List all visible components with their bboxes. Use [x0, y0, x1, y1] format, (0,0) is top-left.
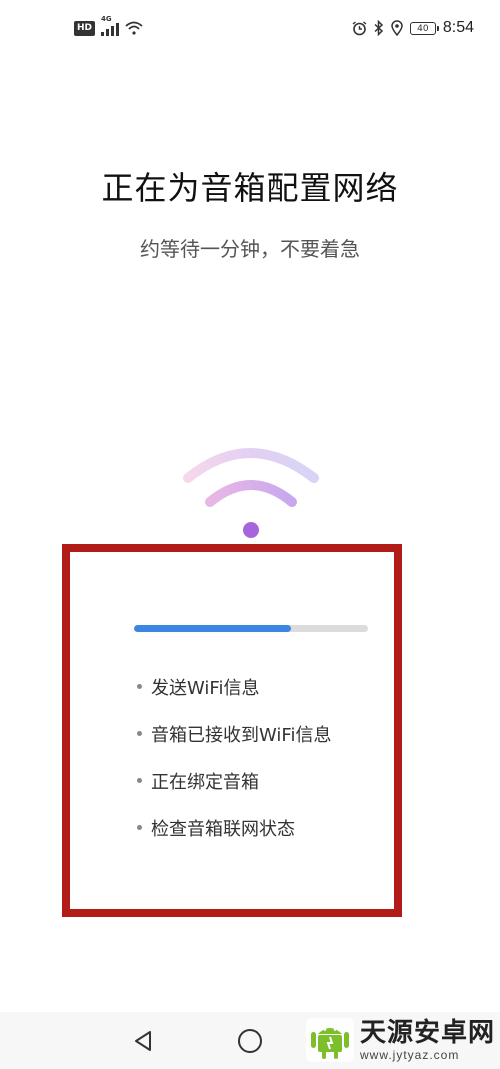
progress-bar-fill: [134, 625, 291, 632]
status-bar-left: HD 4G: [74, 15, 143, 36]
step-label: 正在绑定音箱: [151, 772, 259, 793]
wifi-inner-arc: [205, 480, 297, 507]
page-subtitle: 约等待一分钟，不要着急: [140, 237, 360, 261]
bullet-icon: [137, 684, 142, 689]
step-item: 正在绑定音箱: [134, 768, 331, 815]
signal-icon: 4G: [101, 15, 120, 36]
hd-icon: HD: [74, 20, 96, 36]
bullet-icon: [137, 825, 142, 830]
back-button[interactable]: [128, 1026, 158, 1056]
bullet-icon: [137, 731, 142, 736]
step-item: 发送WiFi信息: [134, 674, 331, 721]
network-type-label: 4G: [101, 15, 112, 23]
step-item: 检查音箱联网状态: [134, 815, 331, 862]
step-label: 检查音箱联网状态: [151, 819, 295, 840]
wifi-outer-arc: [183, 448, 319, 483]
wifi-dot: [243, 522, 259, 538]
watermark-text: 天源安卓网 www.jytyaz.com: [360, 1018, 495, 1062]
page-title: 正在为音箱配置网络: [101, 169, 399, 207]
step-label: 发送WiFi信息: [151, 678, 260, 699]
watermark: 天源安卓网 www.jytyaz.com: [306, 1018, 495, 1062]
location-icon: [391, 20, 403, 36]
clock: 8:54: [442, 19, 474, 36]
alarm-icon: [352, 20, 367, 35]
wifi-icon: [125, 21, 143, 35]
home-button[interactable]: [235, 1026, 265, 1056]
status-bar-right: 40 8:54: [352, 19, 474, 37]
wifi-animation-icon: [183, 448, 319, 538]
watermark-logo: [306, 1018, 354, 1062]
status-bar: HD 4G 40 8:54: [0, 0, 500, 60]
progress-bar: [134, 625, 368, 632]
back-icon: [135, 1031, 151, 1051]
progress-panel: 发送WiFi信息 音箱已接收到WiFi信息 正在绑定音箱 检查音箱联网状态: [62, 544, 402, 917]
step-list: 发送WiFi信息 音箱已接收到WiFi信息 正在绑定音箱 检查音箱联网状态: [134, 674, 331, 862]
bluetooth-icon: [374, 20, 383, 36]
watermark-name: 天源安卓网: [360, 1018, 496, 1048]
battery-icon: 40: [409, 21, 439, 35]
home-icon: [238, 1029, 262, 1053]
step-label: 音箱已接收到WiFi信息: [151, 725, 332, 746]
bullet-icon: [137, 778, 142, 783]
step-item: 音箱已接收到WiFi信息: [134, 721, 331, 768]
watermark-url: www.jytyaz.com: [360, 1048, 460, 1062]
